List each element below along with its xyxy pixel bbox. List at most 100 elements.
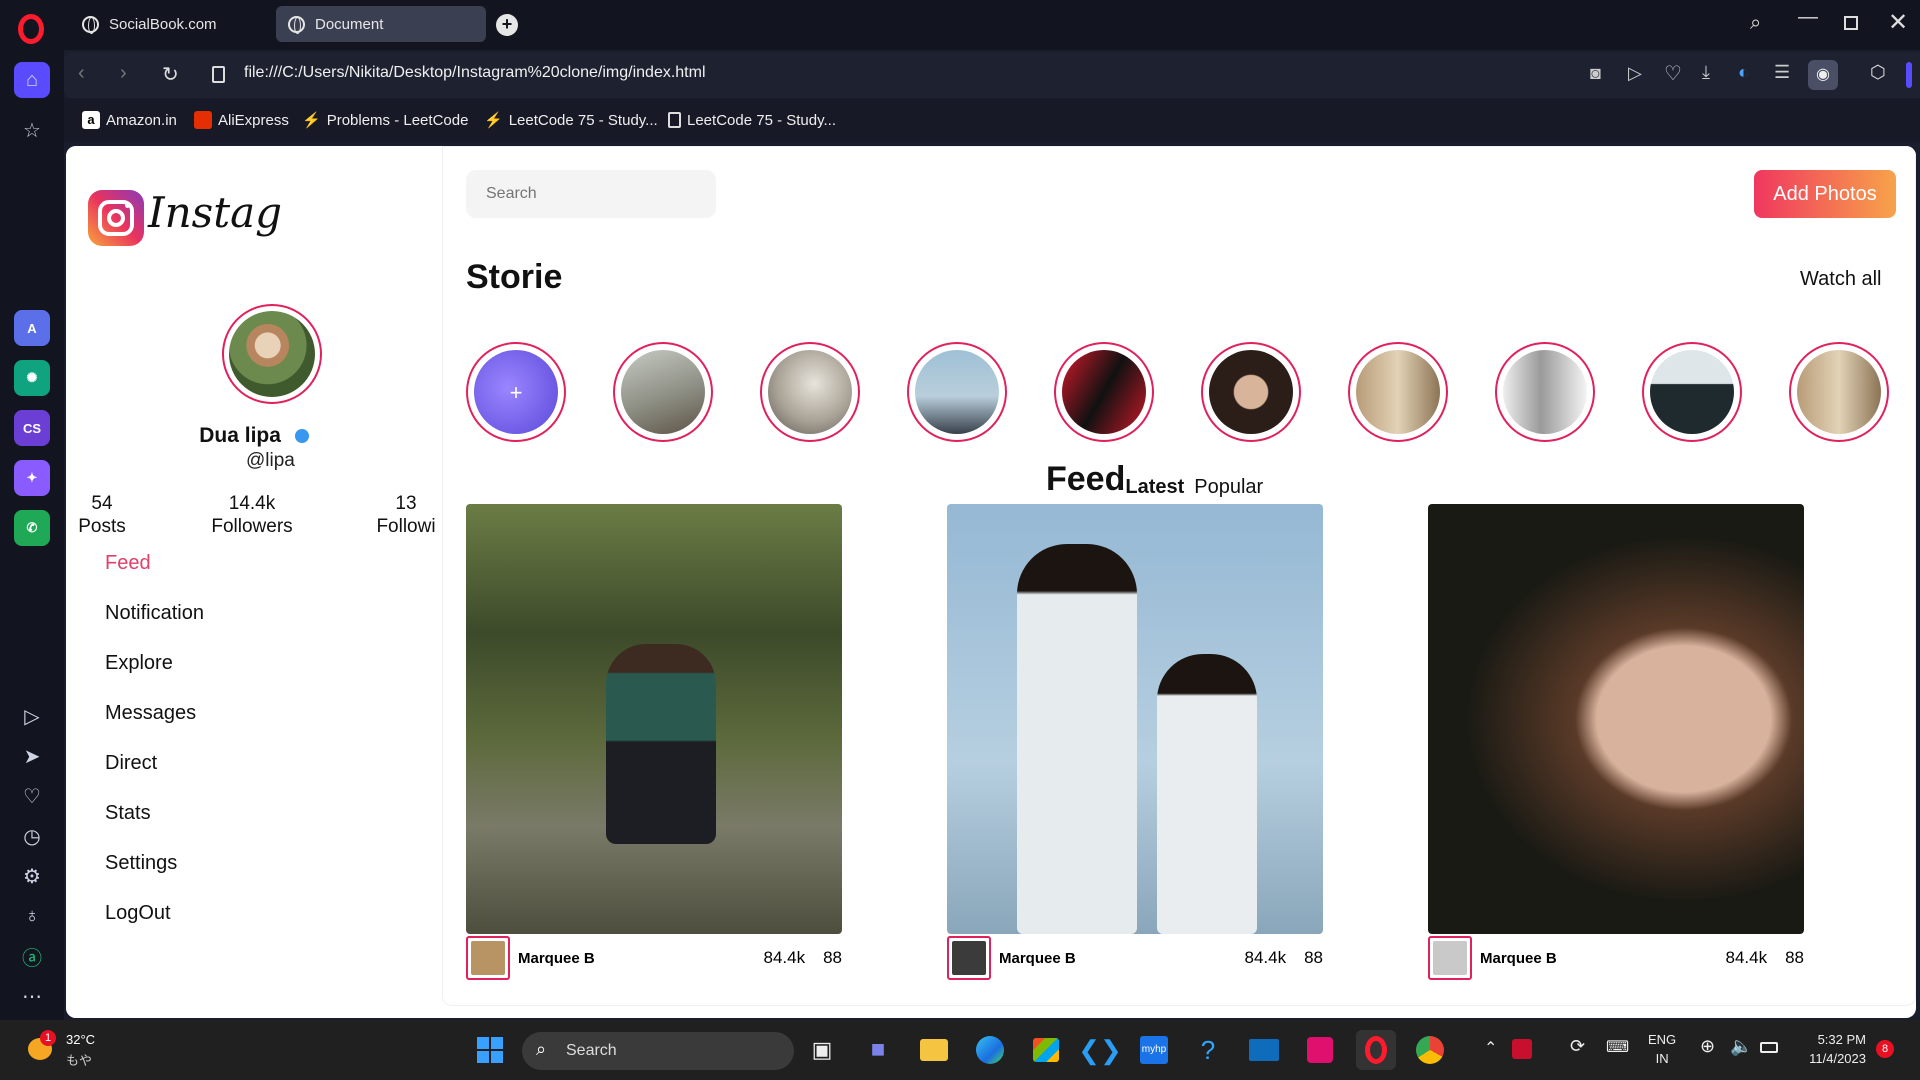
- send-toolbar-icon[interactable]: ▷: [1628, 63, 1642, 84]
- history-icon[interactable]: ◷: [14, 818, 50, 854]
- add-story-button[interactable]: +: [466, 342, 566, 442]
- watch-all-link[interactable]: Watch all: [1800, 268, 1882, 291]
- nav-explore[interactable]: Explore: [105, 652, 173, 675]
- battery-saver-icon[interactable]: ◐: [1738, 62, 1749, 83]
- story-item[interactable]: [1054, 342, 1154, 442]
- player-icon[interactable]: ▷: [14, 698, 50, 734]
- feed-tab-latest[interactable]: Latest: [1125, 476, 1184, 499]
- feed-tab-popular[interactable]: Popular: [1194, 476, 1263, 499]
- aria-app-icon[interactable]: A: [14, 310, 50, 346]
- messenger-app-icon[interactable]: ✦: [14, 460, 50, 496]
- weather-widget[interactable]: 1 32°C もや: [24, 1030, 124, 1070]
- tray-chevron-icon[interactable]: ⌃: [1484, 1038, 1497, 1058]
- nav-messages[interactable]: Messages: [105, 702, 196, 725]
- whatsapp-app-icon[interactable]: ✆: [14, 510, 50, 546]
- story-item[interactable]: [760, 342, 860, 442]
- nav-direct[interactable]: Direct: [105, 752, 157, 775]
- edge-icon[interactable]: [970, 1030, 1010, 1070]
- sidebar-toggle[interactable]: [1906, 62, 1912, 88]
- sync-icon[interactable]: ⟳: [1570, 1036, 1585, 1057]
- post-author-avatar[interactable]: [1428, 936, 1472, 980]
- tray-app-icon[interactable]: [1512, 1039, 1532, 1059]
- post-author[interactable]: Marquee B: [999, 950, 1076, 967]
- download-icon[interactable]: ⤓: [1702, 62, 1710, 83]
- story-item[interactable]: [1348, 342, 1448, 442]
- clock[interactable]: 5:32 PM 11/4/2023: [1796, 1030, 1866, 1068]
- cs-app-icon[interactable]: CS: [14, 410, 50, 446]
- chrome-icon[interactable]: [1410, 1030, 1450, 1070]
- oasis-icon[interactable]: [1300, 1030, 1340, 1070]
- taskbar-search[interactable]: ⌕ Search: [522, 1032, 794, 1070]
- url-field[interactable]: file:///C:/Users/Nikita/Desktop/Instagra…: [244, 64, 706, 82]
- myhp-icon[interactable]: myhp: [1134, 1030, 1174, 1070]
- post-author[interactable]: Marquee B: [518, 950, 595, 967]
- bookmark-aliexpress[interactable]: AliExpress: [194, 98, 289, 142]
- keyboard-icon[interactable]: ⌨: [1606, 1037, 1629, 1057]
- store-icon[interactable]: [1026, 1030, 1066, 1070]
- battery-icon[interactable]: [1760, 1042, 1778, 1053]
- volume-icon[interactable]: 🔈: [1730, 1036, 1752, 1057]
- nav-settings[interactable]: Settings: [105, 852, 177, 875]
- heart-toolbar-icon[interactable]: ♡: [1664, 61, 1682, 86]
- opera-taskbar-icon[interactable]: [1356, 1030, 1396, 1070]
- story-item[interactable]: [1201, 342, 1301, 442]
- chat-icon[interactable]: ■: [858, 1030, 898, 1070]
- heart-icon[interactable]: ♡: [14, 778, 50, 814]
- reload-icon[interactable]: ↻: [162, 62, 179, 87]
- restore-icon[interactable]: [1844, 16, 1858, 30]
- profile-avatar[interactable]: [222, 304, 322, 404]
- story-item[interactable]: [613, 342, 713, 442]
- minimize-icon[interactable]: —: [1798, 6, 1818, 29]
- post-author-avatar[interactable]: [947, 936, 991, 980]
- search-input[interactable]: [466, 170, 716, 218]
- nav-notification[interactable]: Notification: [105, 602, 204, 625]
- file-explorer-icon[interactable]: [914, 1030, 954, 1070]
- add-photos-button[interactable]: Add Photos: [1754, 170, 1896, 218]
- notification-badge[interactable]: 8: [1876, 1040, 1894, 1058]
- easy-setup-icon[interactable]: ☰: [1774, 62, 1790, 83]
- aria-small-icon[interactable]: ⓐ: [14, 938, 50, 974]
- tab-document[interactable]: Document: [276, 6, 486, 42]
- post-author-avatar[interactable]: [466, 936, 510, 980]
- opera-logo-icon[interactable]: [18, 14, 44, 44]
- instagram-logo-icon[interactable]: [88, 190, 144, 246]
- more-icon[interactable]: ⋯: [14, 978, 50, 1014]
- home-icon[interactable]: ⌂: [14, 62, 50, 98]
- bookmark-amazon[interactable]: a Amazon.in: [82, 98, 177, 142]
- send-icon[interactable]: ➤: [14, 738, 50, 774]
- star-icon[interactable]: ☆: [14, 112, 50, 148]
- story-item[interactable]: [907, 342, 1007, 442]
- back-icon[interactable]: ‹: [78, 62, 85, 85]
- bulb-icon[interactable]: ♁: [14, 898, 50, 934]
- nav-stats[interactable]: Stats: [105, 802, 151, 825]
- network-icon[interactable]: ⊕: [1700, 1036, 1715, 1057]
- story-item[interactable]: [1789, 342, 1889, 442]
- post-image[interactable]: [1428, 504, 1804, 934]
- vscode-icon[interactable]: ❮❯: [1078, 1030, 1122, 1070]
- search-tabs-icon[interactable]: ⌕: [1750, 12, 1761, 35]
- chatgpt-app-icon[interactable]: ✺: [14, 360, 50, 396]
- post-author[interactable]: Marquee B: [1480, 950, 1557, 967]
- bookmark-leetcode-75-b[interactable]: LeetCode 75 - Study...: [668, 98, 836, 142]
- settings-icon[interactable]: ⚙: [14, 858, 50, 894]
- bookmark-leetcode-problems[interactable]: ⚡ Problems - LeetCode: [302, 98, 468, 142]
- close-window-icon[interactable]: ✕: [1888, 8, 1908, 37]
- new-tab-button[interactable]: +: [496, 14, 518, 36]
- forward-icon[interactable]: ›: [120, 62, 127, 85]
- profile-icon[interactable]: ◉: [1808, 60, 1838, 90]
- bookmark-leetcode-75-a[interactable]: ⚡ LeetCode 75 - Study...: [484, 98, 658, 142]
- start-button[interactable]: [470, 1030, 510, 1070]
- support-icon[interactable]: ?: [1188, 1030, 1228, 1070]
- extensions-icon[interactable]: ⬡: [1870, 62, 1886, 83]
- post-image[interactable]: [466, 504, 842, 934]
- task-view-icon[interactable]: ▣: [802, 1030, 842, 1070]
- camera-icon[interactable]: ◙: [1590, 63, 1601, 84]
- language-indicator[interactable]: ENG IN: [1648, 1030, 1676, 1068]
- story-item[interactable]: [1642, 342, 1742, 442]
- story-item[interactable]: [1495, 342, 1595, 442]
- nav-feed[interactable]: Feed: [105, 552, 151, 575]
- nav-logout[interactable]: LogOut: [105, 902, 171, 925]
- post-image[interactable]: [947, 504, 1323, 934]
- tab-socialbook[interactable]: SocialBook.com: [70, 6, 270, 42]
- mail-icon[interactable]: [1244, 1030, 1284, 1070]
